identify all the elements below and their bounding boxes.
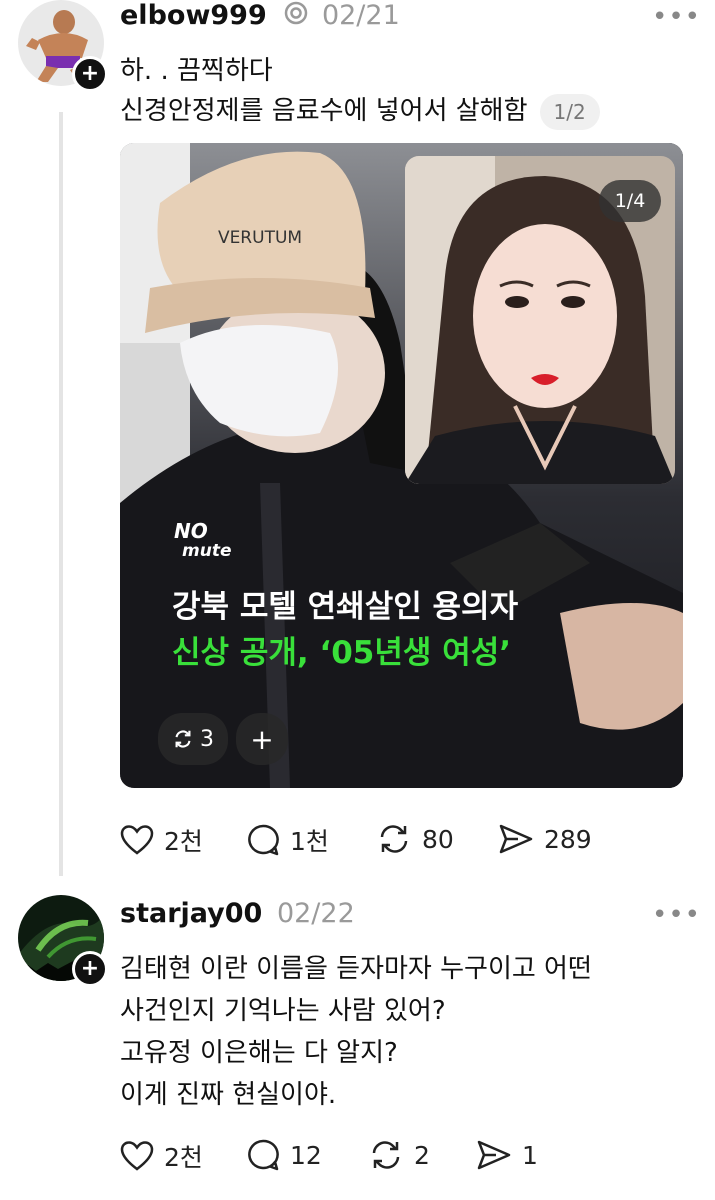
post-date: 02/22 [276, 898, 355, 929]
heart-icon [120, 1141, 154, 1171]
inset-photo: 1/4 [405, 156, 675, 484]
post-text-line: 고유정 이은해는 다 알지? [120, 1038, 398, 1068]
share-icon [477, 1140, 511, 1170]
share-count: 289 [544, 824, 592, 854]
self-repost-icon [283, 0, 309, 33]
headline-line-1: 강북 모텔 연쇄살인 용의자 [172, 589, 519, 625]
media-counter: 1/4 [599, 180, 661, 222]
media-repost-button[interactable]: 3 [158, 713, 228, 765]
like-button[interactable]: 2천 [120, 822, 203, 858]
post-header: starjay00 02/22 [120, 898, 355, 929]
share-icon [499, 824, 533, 854]
post-date: 02/21 [321, 0, 400, 31]
thread-line [59, 112, 63, 876]
comment-count: 12 [290, 1140, 322, 1170]
post-header: elbow999 02/21 [120, 0, 400, 33]
repost-icon [372, 1141, 400, 1169]
share-button[interactable]: 289 [498, 822, 592, 856]
heart-icon [120, 825, 154, 855]
post-text-line: 하. . 끔찍하다 [120, 56, 273, 86]
like-button[interactable]: 2천 [120, 1138, 203, 1174]
like-count: 2천 [164, 1143, 203, 1172]
share-count: 1 [522, 1140, 538, 1170]
post-text-line-2: 신경안정제를 음료수에 넣어서 살해함 [120, 96, 528, 126]
brand-line-2: mute [182, 541, 232, 561]
post-starjay00: + starjay00 02/22 ••• 김태현 이란 이름을 듣자마자 누구… [0, 895, 715, 1200]
comment-icon [248, 824, 279, 856]
more-icon[interactable]: ••• [652, 900, 701, 930]
post-media-image[interactable]: VERUTUM 1/4 NO mute 강북 모텔 연쇄살인 용의자 신상 공개… [120, 143, 683, 788]
repost-count: 80 [422, 824, 454, 854]
username[interactable]: starjay00 [120, 898, 262, 929]
comment-button[interactable]: 1천 [246, 822, 329, 858]
repost-icon [380, 825, 408, 853]
comment-icon [248, 1139, 279, 1171]
text-page-indicator: 1/2 [539, 93, 600, 130]
brand-line-1: NO [174, 519, 208, 543]
share-button[interactable]: 1 [476, 1138, 538, 1172]
post-text-line: 이게 진짜 현실이야. [120, 1080, 337, 1110]
brand-logo: NO mute [174, 521, 231, 561]
repost-icon [172, 728, 194, 750]
repost-count: 2 [414, 1140, 430, 1170]
post-text-line: 김태현 이란 이름을 듣자마자 누구이고 어떤 [120, 954, 592, 984]
post-text-line: 신경안정제를 음료수에 넣어서 살해함 1/2 [120, 90, 600, 130]
repost-button[interactable]: 80 [376, 822, 454, 856]
post-text-line: 사건인지 기억나는 사람 있어? [120, 996, 446, 1026]
username[interactable]: elbow999 [120, 0, 267, 31]
media-repost-count: 3 [200, 726, 214, 752]
comment-button[interactable]: 12 [246, 1138, 322, 1172]
more-icon[interactable]: ••• [652, 2, 701, 32]
post-elbow999: + elbow999 02/21 ••• 하. . 끔찍하다 신경안정제를 음료… [0, 0, 715, 880]
headline-line-2: 신상 공개, ‘05년생 여성’ [172, 635, 512, 671]
repost-button[interactable]: 2 [368, 1138, 430, 1172]
cap-text: VERUTUM [218, 228, 302, 248]
comment-count: 1천 [290, 827, 329, 856]
follow-plus-button[interactable]: + [72, 951, 108, 987]
like-count: 2천 [164, 827, 203, 856]
media-add-button[interactable]: + [236, 713, 288, 765]
follow-plus-button[interactable]: + [72, 56, 108, 92]
